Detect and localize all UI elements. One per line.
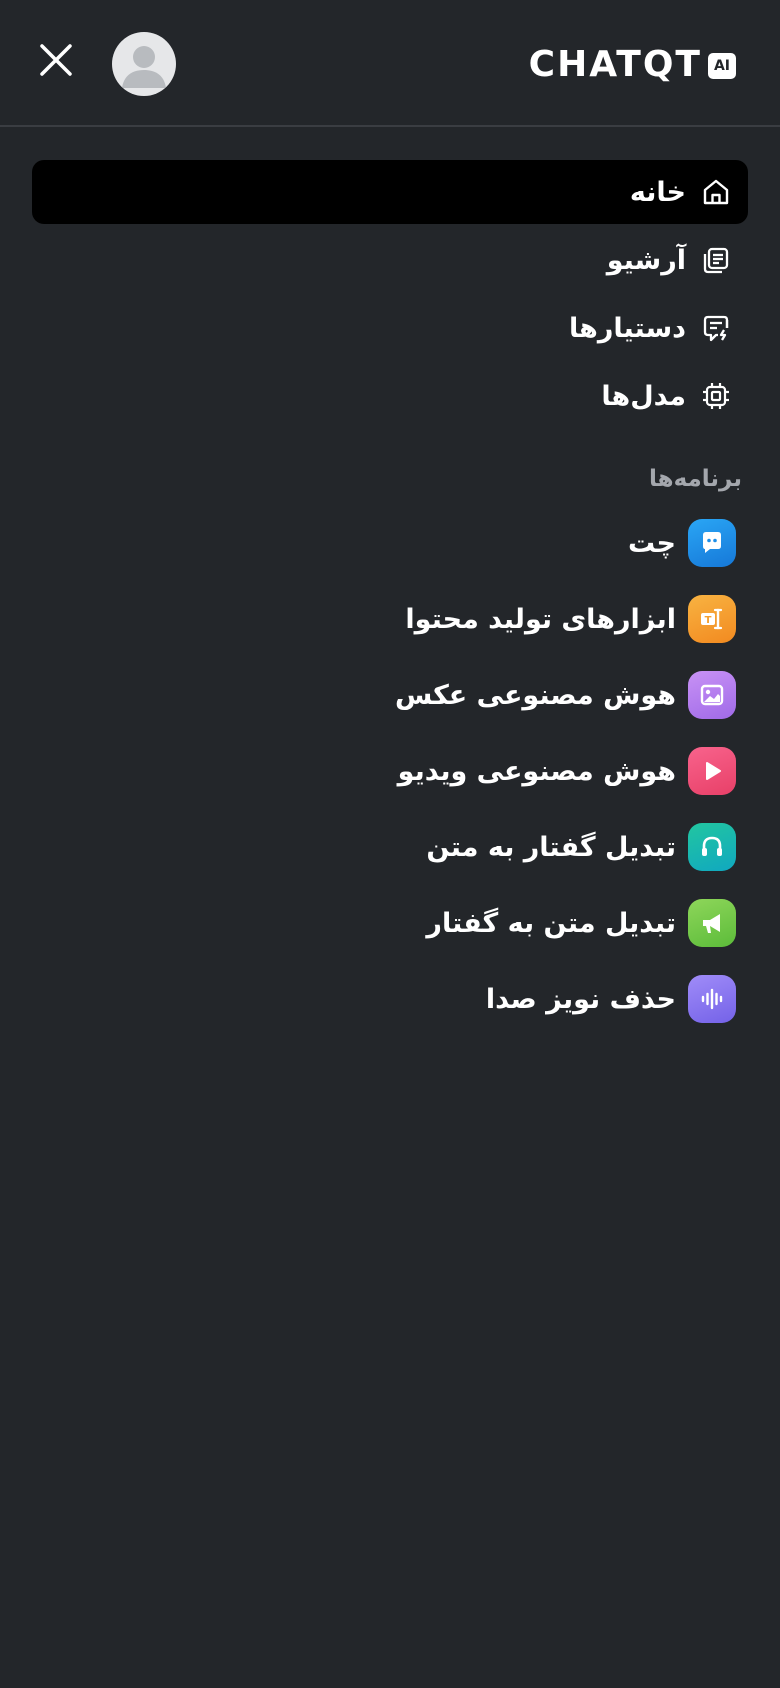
sound-wave-icon (688, 975, 736, 1023)
app-item-label: تبدیل متن به گفتار (426, 907, 676, 939)
logo-badge: AI (708, 53, 736, 79)
app-item-label: ابزارهای تولید محتوا (405, 603, 676, 635)
archive-icon (700, 244, 732, 276)
app-item-chat[interactable]: چت (32, 511, 748, 575)
nav-item-label: دستیارها (569, 312, 686, 344)
nav-item-label: مدل‌ها (601, 380, 686, 412)
app-item-label: حذف نویز صدا (485, 983, 676, 1015)
nav-item-home[interactable]: خانه (32, 160, 748, 224)
app-item-label: هوش مصنوعی عکس (394, 679, 676, 711)
headphones-icon (688, 823, 736, 871)
nav-item-archive[interactable]: آرشیو (32, 228, 748, 292)
brand-logo: CHATQT AI (528, 43, 736, 85)
text-tool-icon: T (688, 595, 736, 643)
nav-item-models[interactable]: مدل‌ها (32, 364, 748, 428)
top-bar: CHATQT AI (0, 0, 780, 127)
user-avatar-icon[interactable] (112, 32, 176, 96)
app-item-ai-video[interactable]: هوش مصنوعی ویدیو (32, 739, 748, 803)
assistant-chat-icon (700, 312, 732, 344)
app-item-ai-image[interactable]: هوش مصنوعی عکس (32, 663, 748, 727)
app-item-label: هوش مصنوعی ویدیو (397, 755, 676, 787)
app-item-label: چت (627, 527, 676, 559)
app-item-label: تبدیل گفتار به متن (426, 831, 676, 863)
nav-item-assistants[interactable]: دستیارها (32, 296, 748, 360)
svg-text:T: T (705, 615, 712, 626)
logo-text: CHATQT (528, 43, 702, 85)
app-item-text-to-speech[interactable]: تبدیل متن به گفتار (32, 891, 748, 955)
app-item-noise-removal[interactable]: حذف نویز صدا (32, 967, 748, 1031)
image-icon (688, 671, 736, 719)
home-icon (700, 176, 732, 208)
megaphone-icon (688, 899, 736, 947)
app-item-speech-to-text[interactable]: تبدیل گفتار به متن (32, 815, 748, 879)
app-item-content-tools[interactable]: T ابزارهای تولید محتوا (32, 587, 748, 651)
close-icon[interactable] (36, 40, 76, 80)
play-icon (688, 747, 736, 795)
nav-item-label: خانه (629, 176, 686, 208)
cpu-chip-icon (700, 380, 732, 412)
chat-bubble-icon (688, 519, 736, 567)
nav-item-label: آرشیو (606, 244, 686, 276)
apps-section-title: برنامه‌ها (649, 466, 742, 492)
